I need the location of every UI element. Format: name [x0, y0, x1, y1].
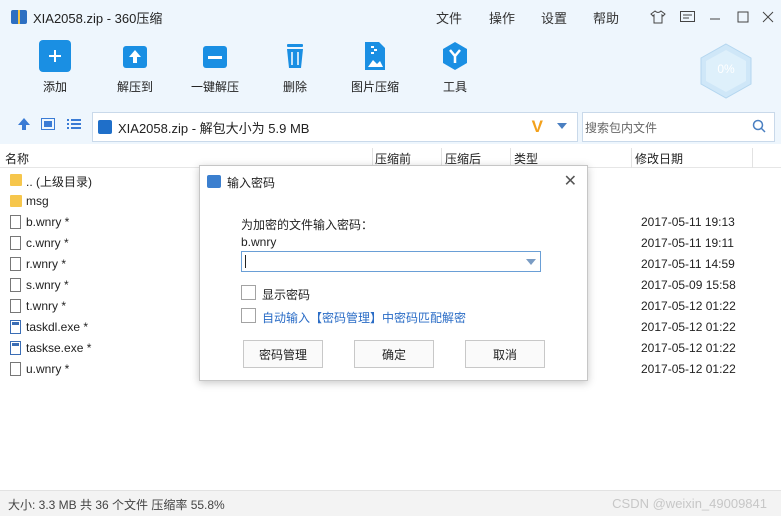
dialog-title: 输入密码 [227, 176, 276, 190]
file-name: taskdl.exe * [26, 320, 89, 334]
file-date: 2017-05-11 19:13 [641, 215, 735, 229]
delete-button[interactable]: 删除 [260, 40, 330, 95]
document-icon [10, 257, 21, 271]
show-password-checkbox[interactable] [241, 285, 256, 300]
up-arrow-icon[interactable] [16, 116, 32, 132]
dialog-title-bar: 输入密码 ✕ [200, 166, 587, 196]
document-icon [10, 215, 21, 229]
add-button[interactable]: 添加 [20, 40, 90, 95]
trash-icon [279, 40, 311, 72]
one-click-extract-button[interactable]: 一键解压 [180, 40, 250, 95]
tools-button[interactable]: 工具 [420, 40, 490, 95]
password-prompt: 为加密的文件输入密码： [241, 218, 374, 232]
file-date: 2017-05-09 15:58 [641, 278, 736, 292]
show-password-label[interactable]: 显示密码 [262, 286, 310, 303]
minimize-icon[interactable] [707, 9, 723, 25]
archive-app-icon [11, 10, 27, 24]
dialog-close-icon[interactable]: ✕ [564, 171, 577, 191]
status-text: 大小: 3.3 MB 共 36 个文件 压缩率 55.8% [8, 498, 225, 512]
column-divider [752, 148, 753, 168]
password-history-dropdown-icon[interactable] [526, 259, 536, 265]
ok-button[interactable]: 确定 [354, 340, 434, 368]
search-placeholder: 搜索包内文件 [585, 120, 658, 135]
address-bar: XIA2058.zip - 解包大小为 5.9 MB V 搜索包内文件 [0, 104, 781, 144]
extract-to-button[interactable]: 解压到 [100, 40, 170, 95]
file-date: 2017-05-12 01:22 [641, 320, 736, 334]
image-compress-button[interactable]: 图片压缩 [340, 40, 410, 95]
menu-file[interactable]: 文件 [436, 8, 462, 27]
tools-icon [439, 40, 471, 72]
document-icon [10, 299, 21, 313]
archive-dialog-icon [207, 175, 221, 188]
status-bar: 大小: 3.3 MB 共 36 个文件 压缩率 55.8% CSDN @weix… [0, 490, 781, 516]
column-modified-date[interactable]: 修改日期 [635, 150, 683, 167]
one-click-extract-icon [199, 40, 231, 72]
file-name: c.wnry * [26, 236, 69, 250]
file-name: b.wnry * [26, 215, 70, 229]
maximize-icon[interactable] [735, 9, 751, 25]
compression-gauge: 0% [697, 42, 755, 100]
document-icon [10, 278, 21, 292]
file-name: taskse.exe * [26, 341, 92, 355]
file-name: .. (上级目录) [26, 175, 92, 189]
file-date: 2017-05-12 01:22 [641, 299, 736, 313]
cancel-button[interactable]: 取消 [465, 340, 545, 368]
file-date: 2017-05-11 14:59 [641, 257, 735, 271]
password-manager-button[interactable]: 密码管理 [243, 340, 323, 368]
search-input[interactable]: 搜索包内文件 [582, 112, 775, 142]
toolbar: 添加 解压到 一键解压 删除 图片压缩 工具 0% [0, 34, 781, 104]
document-icon [10, 362, 21, 376]
list-view-icon[interactable] [66, 116, 82, 132]
text-caret [245, 255, 246, 268]
path-dropdown-icon[interactable] [557, 123, 567, 129]
file-name: t.wnry * [26, 299, 67, 313]
menu-bar: 文件 [436, 0, 462, 34]
executable-icon [10, 320, 21, 334]
extract-to-label: 解压到 [116, 80, 153, 94]
one-click-extract-label: 一键解压 [190, 80, 239, 94]
auto-match-checkbox[interactable] [241, 308, 256, 323]
file-name: s.wnry * [26, 278, 69, 292]
folder-icon [10, 174, 22, 186]
window-title: XIA2058.zip - 360压缩 [33, 10, 163, 26]
file-name: r.wnry * [26, 257, 67, 271]
thumbnail-view-icon[interactable] [40, 116, 56, 132]
document-icon [10, 236, 21, 250]
executable-icon [10, 341, 21, 355]
tools-label: 工具 [442, 80, 467, 94]
menu-operation[interactable]: 操作 [489, 8, 515, 27]
folder-icon [10, 195, 22, 207]
file-name: msg [26, 194, 49, 208]
close-window-icon[interactable] [760, 9, 776, 25]
search-icon[interactable] [752, 119, 766, 133]
file-name: u.wnry * [26, 362, 70, 376]
feedback-icon[interactable] [679, 9, 695, 25]
file-date: 2017-05-12 01:22 [641, 362, 736, 376]
menu-settings[interactable]: 设置 [541, 8, 567, 27]
skin-shirt-icon[interactable] [650, 9, 666, 25]
file-date: 2017-05-11 19:11 [641, 236, 734, 250]
add-label: 添加 [42, 80, 67, 94]
encrypted-filename: b.wnry [241, 235, 277, 249]
file-date: 2017-05-12 01:22 [641, 341, 736, 355]
zip-file-icon [98, 120, 112, 134]
delete-label: 删除 [282, 80, 307, 94]
menu-help[interactable]: 帮助 [593, 8, 619, 27]
column-name[interactable]: 名称 [5, 150, 29, 167]
auto-match-label[interactable]: 自动输入【密码管理】中密码匹配解密 [262, 309, 466, 326]
password-input[interactable] [241, 251, 541, 272]
image-zip-icon [359, 40, 391, 72]
column-divider [631, 148, 632, 168]
path-text: XIA2058.zip - 解包大小为 5.9 MB [118, 120, 310, 136]
password-dialog: 输入密码 ✕ 为加密的文件输入密码： b.wnry 显示密码 自动输入【密码管理… [199, 165, 588, 381]
gauge-value: 0% [717, 62, 735, 76]
add-file-icon [39, 40, 71, 72]
watermark: CSDN @weixin_49009841 [612, 496, 767, 511]
path-field[interactable]: XIA2058.zip - 解包大小为 5.9 MB V [92, 112, 578, 142]
image-compress-label: 图片压缩 [350, 80, 399, 94]
verified-v-icon[interactable]: V [532, 117, 543, 137]
extract-to-icon [119, 40, 151, 72]
